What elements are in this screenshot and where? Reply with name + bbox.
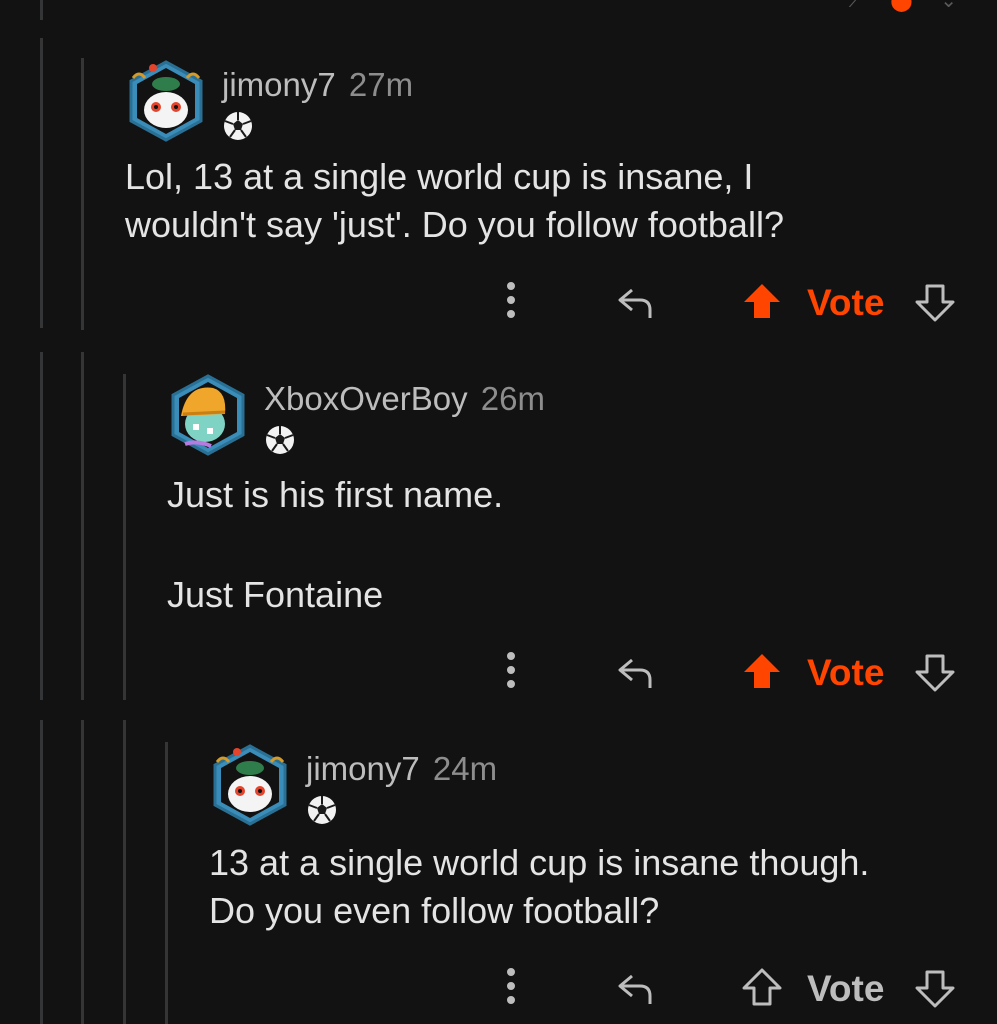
upvote-icon[interactable] — [742, 652, 782, 692]
user-avatar[interactable] — [209, 744, 291, 826]
user-avatar[interactable] — [167, 374, 249, 456]
upvote-icon[interactable] — [742, 282, 782, 322]
more-options-icon[interactable] — [506, 652, 516, 692]
soccer-ball-icon — [266, 426, 294, 454]
reply-icon[interactable] — [616, 282, 656, 322]
comment-meta: jimony7 24m — [306, 750, 497, 788]
soccer-ball-icon — [224, 112, 252, 140]
thread-line[interactable] — [81, 720, 84, 1024]
thread-line[interactable] — [165, 742, 168, 1024]
comment-body: 13 at a single world cup is insane thoug… — [209, 842, 870, 931]
thread-line[interactable] — [40, 720, 43, 1024]
comment-actions: Vote — [209, 964, 989, 1014]
downvote-icon[interactable]: ⌄ — [940, 0, 957, 12]
comment: jimony7 24m 13 at a single world cup is … — [209, 744, 989, 1024]
comment: XboxOverBoy 26m Just is his first name. … — [167, 374, 987, 704]
timestamp: 26m — [480, 380, 545, 417]
username[interactable]: jimony7 — [306, 750, 420, 787]
thread-line[interactable] — [40, 0, 43, 20]
upvote-icon[interactable] — [742, 968, 782, 1008]
user-avatar[interactable] — [125, 60, 207, 142]
vote-count: Vote — [807, 652, 885, 693]
soccer-ball-icon — [308, 796, 336, 824]
upvote-icon[interactable]: ⬤ — [890, 0, 912, 12]
more-options-icon[interactable] — [506, 282, 516, 322]
comment-body: Lol, 13 at a single world cup is insane,… — [125, 156, 784, 245]
thread-line[interactable] — [123, 720, 126, 1024]
thread-line[interactable] — [40, 352, 43, 700]
downvote-icon[interactable] — [915, 652, 955, 692]
username[interactable]: XboxOverBoy — [264, 380, 468, 417]
thread-line[interactable] — [81, 352, 84, 700]
comment-meta: jimony7 27m — [222, 66, 413, 104]
vote-count: Vote — [807, 282, 885, 323]
downvote-icon[interactable] — [915, 968, 955, 1008]
reply-icon[interactable] — [616, 652, 656, 692]
vote-count: Vote — [807, 968, 885, 1009]
thread-line[interactable] — [123, 374, 126, 700]
downvote-icon[interactable] — [915, 282, 955, 322]
timestamp: 27m — [348, 66, 414, 103]
timestamp: 24m — [432, 750, 498, 787]
comment-meta: XboxOverBoy 26m — [264, 380, 545, 418]
comment-body: Just is his first name. Just Fontaine — [167, 474, 504, 615]
previous-comment-actions: ⟋ ⬤ ⌄ — [827, 0, 957, 13]
comment: jimony7 27m Lol, 13 at a single world cu… — [125, 60, 985, 330]
more-options-icon[interactable] — [506, 968, 516, 1008]
comment-actions: Vote — [167, 648, 987, 698]
comment-actions: Vote — [125, 278, 985, 328]
arrow-icon[interactable]: ⟋ — [849, 0, 863, 12]
reply-icon[interactable] — [616, 968, 656, 1008]
thread-line[interactable] — [40, 38, 43, 328]
thread-line[interactable] — [81, 58, 84, 330]
comment-thread: ⟋ ⬤ ⌄ jimony7 27m Lol, 13 at a single wo… — [0, 0, 997, 1024]
username[interactable]: jimony7 — [222, 66, 336, 103]
